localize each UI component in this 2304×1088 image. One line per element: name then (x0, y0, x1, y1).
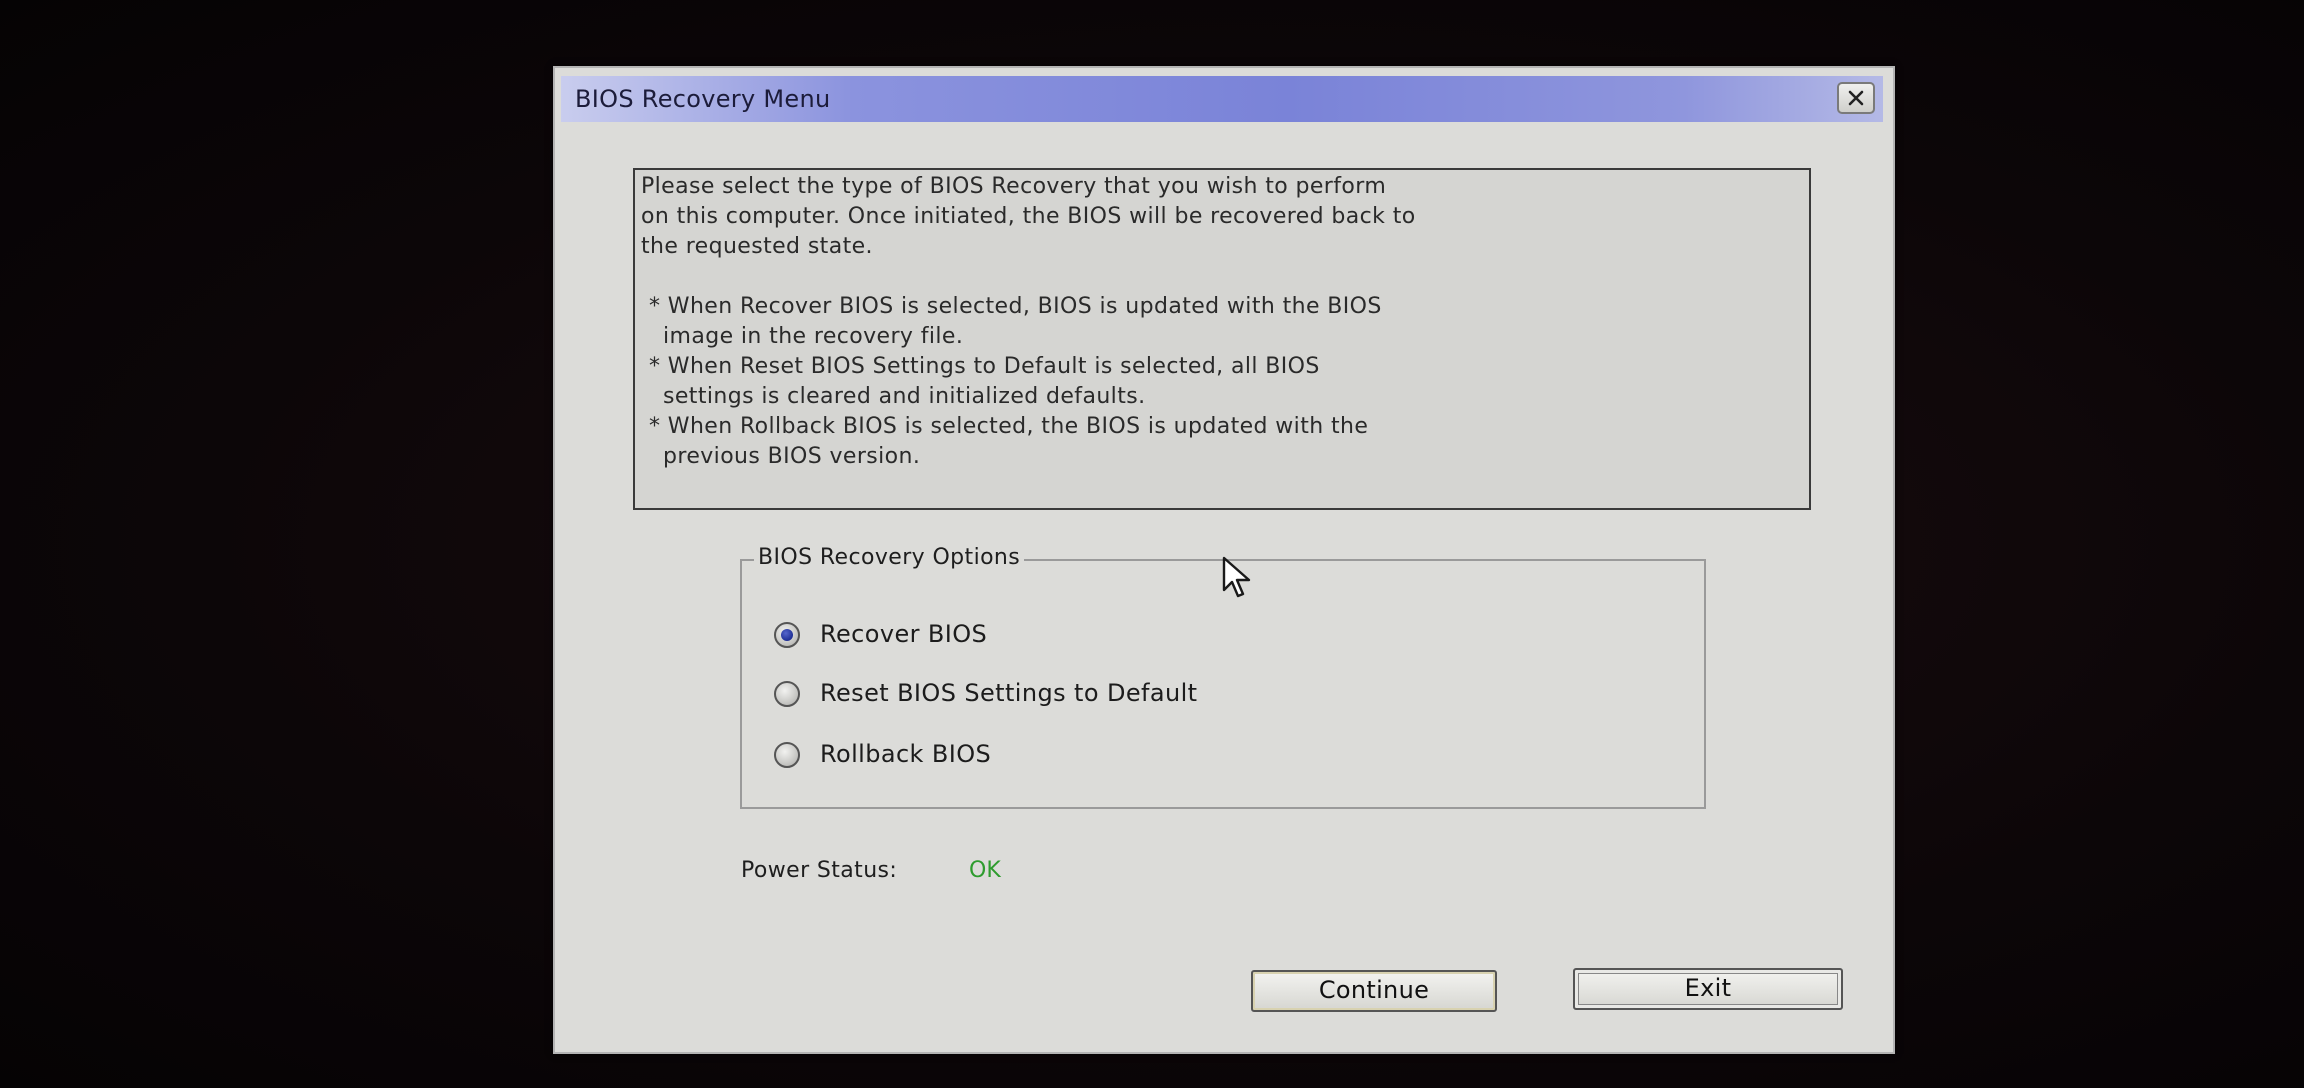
radio-selected-icon[interactable] (774, 622, 800, 648)
description-bullet: * When Rollback BIOS is selected, the BI… (649, 414, 1369, 439)
recovery-description-box: Please select the type of BIOS Recovery … (633, 168, 1811, 510)
option-label: Recover BIOS (820, 620, 988, 648)
title-bar: BIOS Recovery Menu (561, 76, 1883, 122)
description-bullet: * When Recover BIOS is selected, BIOS is… (649, 294, 1382, 319)
continue-button[interactable]: Continue (1251, 970, 1497, 1012)
power-status-value: OK (969, 858, 1001, 883)
description-bullet-cont: previous BIOS version. (663, 444, 921, 469)
mouse-pointer-icon (1222, 556, 1251, 598)
description-line: the requested state. (641, 234, 873, 259)
description-bullet-cont: settings is cleared and initialized defa… (663, 384, 1146, 409)
options-legend: BIOS Recovery Options (754, 545, 1025, 570)
description-bullet-cont: image in the recovery file. (663, 324, 964, 349)
window-title: BIOS Recovery Menu (575, 85, 831, 113)
description-line: Please select the type of BIOS Recovery … (641, 174, 1387, 199)
description-bullet: * When Reset BIOS Settings to Default is… (649, 354, 1320, 379)
option-label: Rollback BIOS (820, 740, 992, 768)
power-status-label: Power Status: (741, 858, 898, 883)
description-line: on this computer. Once initiated, the BI… (641, 204, 1416, 229)
radio-unselected-icon[interactable] (774, 681, 800, 707)
exit-button[interactable]: Exit (1573, 968, 1843, 1010)
radio-unselected-icon[interactable] (774, 742, 800, 768)
close-button[interactable] (1837, 82, 1875, 114)
option-label: Reset BIOS Settings to Default (820, 679, 1198, 707)
close-x-icon (1848, 90, 1864, 106)
